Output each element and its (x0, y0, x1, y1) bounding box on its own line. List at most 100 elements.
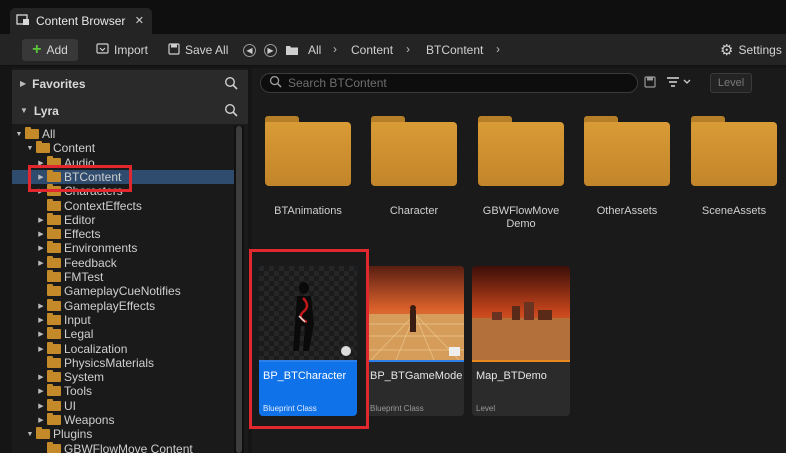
tree-item[interactable]: ▶ Feedback (12, 255, 234, 270)
tree-item[interactable]: ▶ GameplayEffects (12, 298, 234, 313)
chevron-down-icon[interactable]: ▼ (15, 131, 23, 138)
save-search-icon[interactable] (644, 76, 656, 91)
project-label: Lyra (33, 103, 59, 118)
asset-type-bar (259, 360, 357, 362)
folder-icon (47, 413, 61, 425)
settings-button[interactable]: ⚙ Settings (720, 39, 782, 61)
asset-card[interactable]: BP_BTGameMode Blueprint Class (366, 266, 464, 416)
chevron-down-icon[interactable]: ▼ (26, 145, 34, 152)
folder-icon (25, 127, 39, 139)
plus-icon: + (32, 41, 42, 58)
breadcrumb-content[interactable]: Content (351, 43, 393, 57)
folder-tile[interactable] (584, 116, 670, 186)
chevron-right-icon[interactable]: ▶ (37, 402, 45, 410)
tree-item[interactable]: GameplayCueNotifies (12, 284, 234, 298)
search-placeholder: Search BTContent (288, 76, 387, 90)
asset-type: Level (476, 404, 496, 413)
breadcrumb-btcontent[interactable]: BTContent (426, 43, 483, 57)
project-section[interactable]: ▼ Lyra (12, 97, 248, 124)
asset-thumbnail (366, 266, 464, 361)
tree-item[interactable]: ▶ Legal (12, 327, 234, 341)
back-icon[interactable]: ◀ (243, 44, 256, 57)
tree-item[interactable]: ▼ Content (12, 141, 234, 155)
chevron-right-icon[interactable]: ▶ (37, 302, 45, 310)
asset-view: Search BTContent Level BTAnimations Chara… (252, 68, 786, 453)
chevron-right-icon: › (496, 42, 500, 56)
asset-type-bar (472, 360, 570, 362)
chevron-right-icon[interactable]: ▶ (37, 316, 45, 324)
tree-item-label: Effects (64, 227, 101, 242)
tree-item[interactable]: ▶ BTContent (12, 169, 234, 184)
folder-tile-label: SceneAssets (701, 205, 767, 217)
tree-item[interactable]: ▶ Environments (12, 241, 234, 255)
folder-icon (47, 184, 61, 197)
folder-icon (36, 141, 50, 154)
chevron-right-icon[interactable]: ▶ (37, 187, 45, 195)
chevron-right-icon[interactable]: ▶ (37, 216, 45, 224)
tree-item[interactable]: ▶ UI (12, 398, 234, 413)
folder-tile[interactable] (265, 116, 351, 186)
tab-content-browser[interactable]: Content Browser ✕ (10, 8, 152, 34)
tree-item[interactable]: FMTest (12, 270, 234, 284)
close-icon[interactable]: ✕ (135, 14, 144, 27)
chevron-right-icon[interactable]: ▶ (37, 345, 45, 353)
folder-icon (47, 284, 61, 297)
tree-item-label: Tools (64, 384, 93, 399)
asset-card[interactable]: BP_BTCharacter Blueprint Class (259, 266, 357, 416)
tree-item[interactable]: ContextEffects (12, 198, 234, 213)
folder-tile-label: Character (389, 205, 439, 217)
tree-scrollbar[interactable] (234, 126, 244, 453)
folder-icon (47, 398, 61, 411)
tree-item[interactable]: ▼ Plugins (12, 427, 234, 441)
tree-item[interactable]: ▶ Characters (12, 184, 234, 198)
folder-tile-label: OtherAssets (596, 205, 658, 217)
chevron-right-icon[interactable]: ▶ (37, 159, 45, 167)
content-browser-icon (16, 13, 30, 29)
tree-item[interactable]: ▶ Editor (12, 212, 234, 227)
favorites-label: Favorites (32, 76, 86, 91)
search-icon[interactable] (224, 103, 238, 120)
import-button[interactable]: Import (96, 39, 148, 61)
tree-item[interactable]: ▶ Tools (12, 384, 234, 398)
folder-tile[interactable] (478, 116, 564, 186)
chevron-down-icon[interactable]: ▼ (26, 431, 34, 438)
folder-icon (47, 370, 61, 383)
asset-type: Blueprint Class (263, 404, 317, 413)
save-icon (168, 42, 180, 58)
folder-tile[interactable] (691, 116, 777, 186)
tree-item[interactable]: ▶ Effects (12, 227, 234, 241)
save-all-button[interactable]: Save All (168, 39, 228, 61)
chevron-right-icon[interactable]: ▶ (37, 259, 45, 267)
tree-item[interactable]: ▶ Localization (12, 341, 234, 356)
forward-icon[interactable]: ▶ (264, 44, 277, 57)
chevron-right-icon[interactable]: ▶ (37, 244, 45, 252)
tree-item-label: Plugins (53, 427, 93, 442)
chevron-right-icon[interactable]: ▶ (37, 173, 45, 181)
search-input[interactable]: Search BTContent (260, 73, 638, 93)
folder-icon (47, 327, 61, 340)
asset-card[interactable]: Map_BTDemo Level (472, 266, 570, 416)
level-filter-button[interactable]: Level (710, 73, 752, 93)
chevron-right-icon[interactable]: ▶ (37, 330, 45, 338)
breadcrumb-all[interactable]: All (308, 43, 321, 57)
folder-tile[interactable] (371, 116, 457, 186)
chevron-right-icon: › (333, 42, 337, 56)
chevron-right-icon[interactable]: ▶ (37, 230, 45, 238)
filter-icon[interactable] (666, 76, 694, 91)
tree-item[interactable]: GBWFlowMove Content (12, 441, 234, 453)
favorites-section[interactable]: ▶ Favorites (12, 70, 248, 97)
chevron-right-icon[interactable]: ▶ (37, 373, 45, 381)
tree-item[interactable]: ▶ Weapons (12, 413, 234, 427)
chevron-right-icon[interactable]: ▶ (37, 416, 45, 424)
add-button[interactable]: + Add (22, 39, 78, 61)
tree-item-label: Environments (64, 241, 138, 256)
tree-item[interactable]: PhysicsMaterials (12, 355, 234, 370)
folder-icon (47, 355, 61, 368)
gear-icon: ⚙ (720, 42, 734, 59)
tree-item[interactable]: ▶ Audio (12, 155, 234, 170)
tree-item[interactable]: ▼ All (12, 127, 234, 141)
chevron-right-icon[interactable]: ▶ (37, 387, 45, 395)
search-icon[interactable] (224, 76, 238, 93)
tree-item[interactable]: ▶ Input (12, 312, 234, 327)
tree-item[interactable]: ▶ System (12, 370, 234, 384)
